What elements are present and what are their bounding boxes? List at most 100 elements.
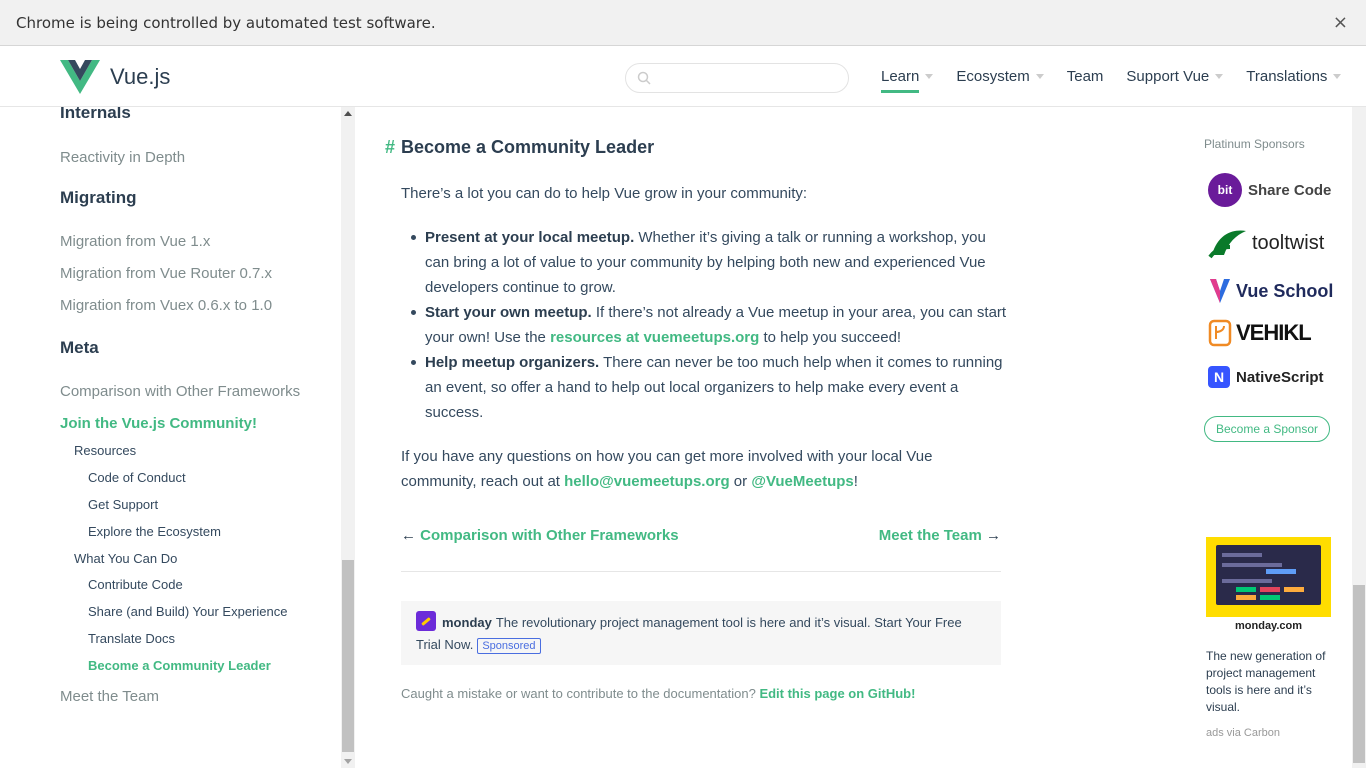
heading-text: Become a Community Leader xyxy=(401,137,655,157)
nav-ecosystem[interactable]: Ecosystem xyxy=(956,46,1044,107)
sidebar-sub-what-you-can-do[interactable]: What You Can Do xyxy=(74,551,177,566)
edit-on-github-link[interactable]: Edit this page on GitHub! xyxy=(759,686,915,701)
bit-logo-icon: bit xyxy=(1208,173,1242,207)
scroll-up-icon[interactable] xyxy=(344,111,352,116)
sidebar-section-internals: Internals xyxy=(60,107,131,122)
sidebar-item-migration-router[interactable]: Migration from Vue Router 0.7.x xyxy=(60,265,272,282)
logo-text: Vue.js xyxy=(110,64,171,89)
next-page-link[interactable]: Meet the Team → xyxy=(879,527,1001,544)
contact-or: or xyxy=(729,473,752,490)
sponsor-tooltwist-label: tooltwist xyxy=(1252,231,1325,254)
infobar-text: Chrome is being controlled by automated … xyxy=(16,13,436,32)
nav-translations-label: Translations xyxy=(1246,68,1328,85)
intro-paragraph: There’s a lot you can do to help Vue gro… xyxy=(401,185,808,202)
sidebar-sub-get-support[interactable]: Get Support xyxy=(88,497,158,512)
monday-logo-icon xyxy=(416,611,436,631)
automation-infobar: Chrome is being controlled by automated … xyxy=(0,0,1366,46)
logo-link[interactable]: Vue.js xyxy=(60,60,170,94)
contact-paragraph: If you have any questions on how you can… xyxy=(401,444,1001,494)
carbon-ad-image[interactable] xyxy=(1206,537,1331,617)
become-sponsor-button[interactable]: Become a Sponsor xyxy=(1204,416,1330,442)
sponsor-nativescript[interactable]: N NativeScript xyxy=(1208,366,1324,388)
sidebar-scrollbar[interactable] xyxy=(341,107,355,768)
list-item: Help meetup organizers. There can never … xyxy=(409,350,1009,425)
sidebar-sub-share-build[interactable]: Share (and Build) Your Experience xyxy=(88,604,287,619)
nav-support-vue-label: Support Vue xyxy=(1126,68,1210,85)
ad-brand: monday xyxy=(442,615,492,630)
page-scrollbar[interactable] xyxy=(1352,107,1366,768)
chevron-down-icon xyxy=(1333,74,1342,79)
list-item-title: Present at your local meetup. xyxy=(425,229,635,246)
sidebar-scrollbar-thumb[interactable] xyxy=(342,560,354,752)
nav-learn[interactable]: Learn xyxy=(881,46,934,107)
sponsor-tooltwist[interactable]: tooltwist xyxy=(1208,225,1324,261)
sidebar-sub-contribute-code[interactable]: Contribute Code xyxy=(88,577,183,592)
sponsored-badge: Sponsored xyxy=(477,638,541,654)
arrow-right-icon: → xyxy=(986,527,1001,544)
sponsor-nativescript-label: NativeScript xyxy=(1236,368,1324,386)
nav-ecosystem-label: Ecosystem xyxy=(956,68,1030,85)
sidebar-sub-resources[interactable]: Resources xyxy=(74,443,136,458)
sidebar-item-reactivity[interactable]: Reactivity in Depth xyxy=(60,149,185,166)
list-item: Present at your local meetup. Whether it… xyxy=(409,225,1009,300)
list-item-title: Start your own meetup. xyxy=(425,304,592,321)
edit-note-text: Caught a mistake or want to contribute t… xyxy=(401,686,760,701)
search-box[interactable] xyxy=(625,63,849,93)
ads-via-carbon-link[interactable]: ads via Carbon xyxy=(1206,727,1280,739)
sponsor-vehikl-label: VEHIKL xyxy=(1236,320,1312,345)
sidebar-sub-code-of-conduct[interactable]: Code of Conduct xyxy=(88,470,186,485)
scroll-down-icon[interactable] xyxy=(344,759,352,764)
nativescript-logo-icon: N xyxy=(1208,366,1230,388)
sponsors-column: Platinum Sponsors bit Share Code tooltwi… xyxy=(1175,107,1352,768)
carbon-ad-screenshot xyxy=(1216,545,1321,605)
site-header: Vue.js Learn Ecosystem Team Support Vue … xyxy=(0,46,1366,107)
tooltwist-logo-icon xyxy=(1208,230,1246,259)
nav-translations[interactable]: Translations xyxy=(1246,46,1342,107)
carbon-ad-text[interactable]: The new generation of project management… xyxy=(1206,648,1331,716)
nav-team-label: Team xyxy=(1066,68,1104,85)
chevron-down-icon xyxy=(1035,74,1044,79)
sidebar-item-migration-vuex[interactable]: Migration from Vuex 0.6.x to 1.0 xyxy=(60,297,272,314)
main-content: # Become a Community Leader There’s a lot… xyxy=(355,107,1175,768)
sidebar-section-migrating: Migrating xyxy=(60,188,137,207)
sidebar-item-meet-team[interactable]: Meet the Team xyxy=(60,688,159,705)
vehikl-logo-icon xyxy=(1208,319,1232,347)
contact-end: ! xyxy=(853,473,858,490)
sponsor-bit[interactable]: bit Share Code xyxy=(1208,173,1331,207)
sidebar-item-migration-vue1[interactable]: Migration from Vue 1.x xyxy=(60,233,210,250)
vuemeetups-resources-link[interactable]: resources at vuemeetups.org xyxy=(550,329,759,346)
platinum-sponsors-title: Platinum Sponsors xyxy=(1204,137,1305,151)
chevron-down-icon xyxy=(1215,74,1224,79)
page-scrollbar-thumb[interactable] xyxy=(1353,585,1365,763)
next-page-label: Meet the Team xyxy=(878,527,982,544)
sidebar: Internals Reactivity in Depth Migrating … xyxy=(0,107,341,768)
nav-team[interactable]: Team xyxy=(1067,46,1104,107)
prev-next-nav: ← Comparison with Other Frameworks Meet … xyxy=(401,527,1001,572)
search-input[interactable] xyxy=(660,68,840,88)
sponsored-ad[interactable]: monday The revolutionary project manageme… xyxy=(401,601,1001,665)
nav-learn-label: Learn xyxy=(881,68,920,85)
vue-logo-icon xyxy=(60,60,100,94)
sponsor-vueschool-label: Vue School xyxy=(1236,280,1334,301)
carbon-ad-brand: monday.com xyxy=(1235,620,1303,632)
list-item-title: Help meetup organizers. xyxy=(425,354,600,371)
prev-page-link[interactable]: ← Comparison with Other Frameworks xyxy=(401,527,679,544)
sidebar-sub-explore[interactable]: Explore the Ecosystem xyxy=(88,524,221,539)
vueschool-logo-icon xyxy=(1210,279,1230,303)
sidebar-item-comparison[interactable]: Comparison with Other Frameworks xyxy=(60,383,300,400)
twitter-link[interactable]: @VueMeetups xyxy=(751,473,853,490)
search-icon xyxy=(637,71,651,85)
sponsor-vehikl[interactable]: VEHIKL xyxy=(1208,319,1312,347)
sponsor-bit-label: Share Code xyxy=(1248,181,1332,199)
suggestion-list: Present at your local meetup. Whether it… xyxy=(409,225,1009,425)
sidebar-item-join[interactable]: Join the Vue.js Community! xyxy=(60,415,257,432)
nav-support-vue[interactable]: Support Vue xyxy=(1126,46,1224,107)
close-icon[interactable]: × xyxy=(1333,12,1348,33)
email-link[interactable]: hello@vuemeetups.org xyxy=(564,473,730,490)
main-nav: Learn Ecosystem Team Support Vue Transla… xyxy=(881,46,1364,107)
sponsor-vueschool[interactable]: Vue School xyxy=(1208,277,1333,305)
sidebar-sub-become-leader[interactable]: Become a Community Leader xyxy=(88,658,271,673)
sidebar-sub-translate-docs[interactable]: Translate Docs xyxy=(88,631,175,646)
heading-anchor[interactable]: # xyxy=(385,137,395,157)
list-item: Start your own meetup. If there’s not al… xyxy=(409,300,1009,350)
